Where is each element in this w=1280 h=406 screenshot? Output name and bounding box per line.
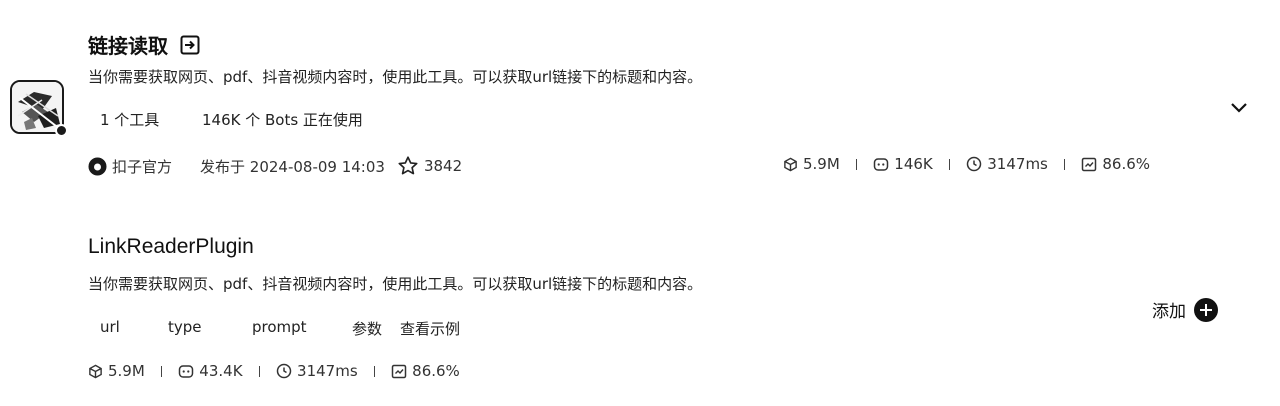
- cube-icon: [784, 157, 797, 171]
- clock-icon: [967, 156, 982, 172]
- divider: [855, 158, 858, 170]
- stat-success-rate: 86.6%: [391, 362, 460, 380]
- divider: [258, 365, 261, 377]
- add-label[interactable]: 添加: [1152, 297, 1186, 322]
- params-button[interactable]: 参数: [352, 318, 382, 339]
- official-badge-icon: [55, 124, 68, 137]
- tools-count: 1 个工具: [100, 111, 160, 129]
- plus-circle-icon[interactable]: [1194, 297, 1218, 322]
- success-rate-icon: [1082, 157, 1097, 171]
- publish-date: 发布于 2024-08-09 14:03: [200, 157, 385, 176]
- tool-description: 当你需要获取网页、pdf、抖音视频内容时，使用此工具。可以获取url链接下的标题…: [88, 275, 703, 293]
- divider: [1063, 158, 1066, 170]
- clock-icon: [276, 363, 292, 379]
- favorite-count: 3842: [423, 157, 463, 175]
- plugin-title-text[interactable]: 链接读取: [88, 30, 168, 59]
- chevron-down-icon[interactable]: [1228, 96, 1250, 118]
- stat-success-rate: 86.6%: [1081, 155, 1150, 173]
- plugin-description: 当你需要获取网页、pdf、抖音视频内容时，使用此工具。可以获取url链接下的标题…: [88, 68, 703, 86]
- calls-value: 5.9M: [803, 155, 840, 173]
- cube-icon: [89, 364, 102, 378]
- stat-calls: 5.9M: [783, 155, 840, 173]
- publisher-avatar-icon: [88, 157, 107, 175]
- plugin-stats-row: 5.9M 146K 3147ms 86.6%: [783, 155, 1150, 173]
- stat-latency: 3147ms: [966, 155, 1048, 173]
- calls-value: 5.9M: [108, 362, 145, 380]
- tool-stats-row: 5.9M 43.4K 3147ms 86.6%: [88, 362, 460, 380]
- bots-usage: 146K 个 Bots 正在使用: [202, 111, 363, 129]
- favorite-button[interactable]: 3842: [397, 155, 462, 177]
- divider: [948, 158, 951, 170]
- bots-value: 146K: [894, 155, 933, 173]
- publisher-name[interactable]: 扣子官方: [112, 156, 172, 177]
- divider: [373, 365, 376, 377]
- stat-bots: 43.4K: [178, 362, 243, 380]
- bot-icon: [874, 157, 889, 171]
- bot-icon: [179, 364, 194, 378]
- param-prompt: prompt: [252, 318, 307, 336]
- latency-value: 3147ms: [987, 155, 1048, 173]
- expand-button[interactable]: [1228, 96, 1250, 118]
- success-rate-value: 86.6%: [412, 362, 460, 380]
- add-tool-button[interactable]: 添加: [1152, 297, 1218, 322]
- param-url: url: [100, 318, 120, 336]
- param-type: type: [168, 318, 202, 336]
- tool-title: LinkReaderPlugin: [88, 235, 254, 258]
- divider: [160, 365, 163, 377]
- stat-calls: 5.9M: [88, 362, 145, 380]
- plugin-title[interactable]: 链接读取: [88, 30, 200, 59]
- open-in-icon[interactable]: [180, 35, 200, 55]
- publisher[interactable]: 扣子官方: [88, 156, 172, 177]
- success-rate-value: 86.6%: [1102, 155, 1151, 173]
- stat-bots: 146K: [873, 155, 933, 173]
- bots-value: 43.4K: [199, 362, 243, 380]
- stat-latency: 3147ms: [276, 362, 358, 380]
- latency-value: 3147ms: [297, 362, 358, 380]
- success-rate-icon: [391, 364, 407, 378]
- star-icon[interactable]: [397, 155, 419, 177]
- view-examples-link[interactable]: 查看示例: [400, 318, 460, 339]
- plugin-meta-row: 扣子官方 发布于 2024-08-09 14:03 3842: [88, 155, 462, 177]
